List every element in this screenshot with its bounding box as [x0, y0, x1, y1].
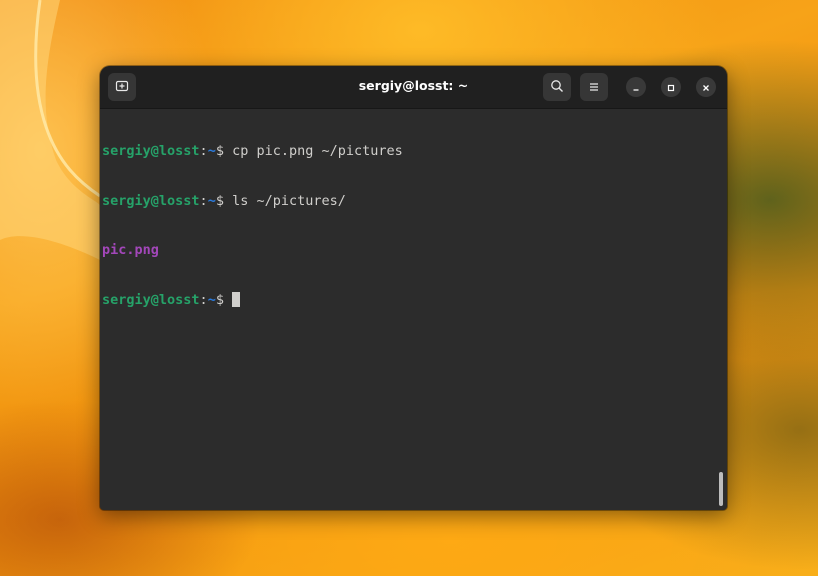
- text-cursor: [232, 291, 241, 307]
- output-file-name: pic.png: [102, 242, 159, 258]
- prompt-user: sergiy@losst: [102, 291, 200, 308]
- maximize-button[interactable]: [661, 77, 681, 97]
- prompt-user: sergiy@losst: [102, 192, 200, 209]
- new-tab-icon: [115, 78, 129, 97]
- prompt-separator: :: [199, 143, 208, 159]
- prompt-path: ~: [207, 192, 216, 209]
- prompt-path: ~: [207, 291, 216, 308]
- maximize-icon: [666, 78, 676, 97]
- minimize-icon: [631, 78, 641, 97]
- prompt-symbol: $: [215, 143, 224, 159]
- prompt-path: ~: [207, 143, 216, 159]
- scrollbar-thumb[interactable]: [719, 472, 723, 506]
- command-text: cp pic.png ~/pictures: [223, 143, 403, 159]
- close-button[interactable]: [696, 77, 716, 97]
- main-menu-button[interactable]: [580, 73, 608, 101]
- new-tab-button[interactable]: [108, 73, 136, 101]
- search-icon: [550, 78, 564, 97]
- prompt-separator: :: [199, 291, 208, 308]
- prompt-symbol: $: [215, 291, 224, 308]
- command-text: ls ~/pictures/: [223, 192, 346, 209]
- terminal-line: sergiy@losst:~$ cp pic.png ~/pictures: [102, 143, 403, 160]
- terminal-line: pic.png: [102, 242, 403, 259]
- close-icon: [701, 78, 711, 97]
- command-text: [224, 292, 232, 308]
- hamburger-menu-icon: [588, 78, 600, 97]
- headerbar: sergiy@losst: ~: [100, 66, 727, 109]
- terminal-area[interactable]: sergiy@losst:~$ cp pic.png ~/pictures se…: [100, 109, 727, 510]
- terminal-line: sergiy@losst:~$ ls ~/pictures/: [102, 193, 403, 210]
- terminal-line: sergiy@losst:~$: [102, 291, 403, 309]
- terminal-output: sergiy@losst:~$ cp pic.png ~/pictures se…: [102, 110, 403, 341]
- minimize-button[interactable]: [626, 77, 646, 97]
- prompt-separator: :: [199, 192, 208, 209]
- terminal-window: sergiy@losst: ~ sergiy@losst:~$ cp pic.p…: [100, 66, 727, 510]
- prompt-user: sergiy@losst: [102, 143, 200, 159]
- prompt-symbol: $: [215, 192, 224, 209]
- search-button[interactable]: [543, 73, 571, 101]
